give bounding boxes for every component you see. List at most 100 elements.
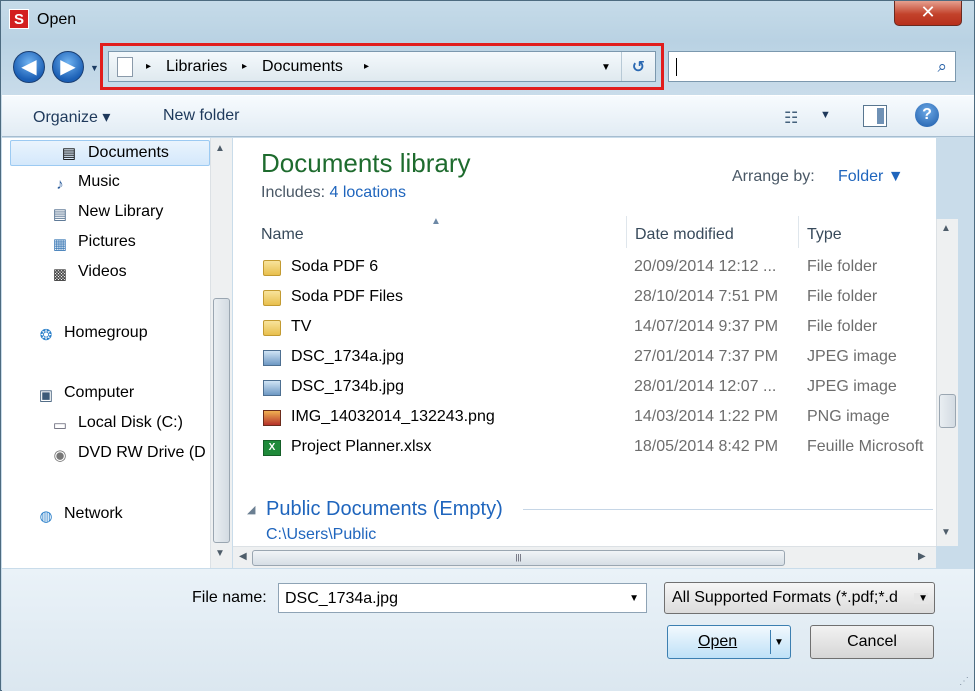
- new-folder-button[interactable]: New folder: [163, 107, 239, 125]
- videos-icon: ▩: [52, 266, 68, 283]
- group-collapse-icon[interactable]: ◢: [247, 503, 255, 516]
- nav-pane-scrollbar[interactable]: ▲ ▼: [210, 138, 232, 568]
- nav-item-label: Music: [78, 173, 120, 190]
- nav-item-label: DVD RW Drive (D: [78, 444, 206, 461]
- file-name-value: DSC_1734a.jpg: [285, 590, 398, 607]
- group-header-public-documents[interactable]: Public Documents (Empty): [266, 498, 503, 521]
- library-icon: ▤: [52, 206, 68, 223]
- scroll-up-icon[interactable]: ▲: [215, 143, 225, 154]
- file-row[interactable]: IMG_14032014_132243.png 14/03/2014 1:22 …: [233, 403, 936, 433]
- scroll-down-icon[interactable]: ▼: [941, 527, 951, 538]
- group-path: C:\Users\Public: [266, 526, 377, 543]
- file-row[interactable]: Soda PDF 6 20/09/2014 12:12 ... File fol…: [233, 253, 936, 283]
- column-divider[interactable]: [798, 216, 799, 248]
- open-dialog: S Open ✕ ◀ ▶ ▼ ▸ Libraries ▸ Documents ▸…: [0, 0, 975, 691]
- details-view-icon[interactable]: ☷: [784, 108, 798, 128]
- scroll-right-icon[interactable]: ▶: [918, 551, 926, 562]
- navigation-pane: ▤ Documents ♪ Music ▤ New Library ▦ Picture…: [2, 138, 210, 568]
- scroll-up-icon[interactable]: ▲: [941, 223, 951, 234]
- resize-grip-icon[interactable]: ⋰: [959, 676, 969, 687]
- nav-item-computer[interactable]: ▣ Computer: [36, 384, 134, 405]
- nav-item-label: New Library: [78, 203, 164, 220]
- nav-item-dvd-drive[interactable]: ◉ DVD RW Drive (D: [50, 444, 206, 465]
- forward-button[interactable]: ▶: [52, 51, 84, 83]
- preview-pane-icon[interactable]: [863, 105, 887, 127]
- scrollbar-thumb[interactable]: |||: [252, 550, 785, 566]
- file-name-dropdown-icon[interactable]: ▼: [629, 593, 639, 604]
- nav-item-documents[interactable]: ▤ Documents: [10, 140, 210, 166]
- column-header-type[interactable]: Type: [807, 216, 907, 248]
- library-title: Documents library: [261, 148, 471, 178]
- scrollbar-thumb[interactable]: [939, 394, 956, 428]
- hard-disk-icon: ▭: [52, 417, 68, 434]
- file-list-pane: Documents library Includes: 4 locations …: [233, 138, 936, 546]
- cancel-button[interactable]: Cancel: [810, 625, 934, 659]
- open-button-label: Open: [698, 633, 738, 650]
- nav-item-music[interactable]: ♪ Music: [50, 173, 120, 194]
- nav-item-label: Local Disk (C:): [78, 414, 183, 431]
- excel-file-icon: X: [263, 440, 281, 456]
- search-input[interactable]: ⌕: [668, 51, 956, 82]
- file-list-vertical-scrollbar[interactable]: ▲ ▼: [936, 219, 958, 546]
- folder-icon: [263, 290, 281, 306]
- file-type-dropdown-icon[interactable]: ▼: [914, 593, 928, 604]
- command-bar: Organize ▾ New folder ☷ ▼ ?: [2, 95, 974, 137]
- view-dropdown-icon[interactable]: ▼: [820, 109, 831, 121]
- back-button[interactable]: ◀: [13, 51, 45, 83]
- title-bar[interactable]: S Open ✕: [1, 1, 975, 39]
- split-divider: [770, 630, 771, 654]
- group-divider: [523, 509, 933, 510]
- help-icon[interactable]: ?: [915, 103, 939, 127]
- arrange-by-dropdown[interactable]: Folder ▼: [838, 168, 904, 186]
- file-row[interactable]: DSC_1734a.jpg 27/01/2014 7:37 PM JPEG im…: [233, 343, 936, 373]
- file-row[interactable]: TV 14/07/2014 9:37 PM File folder: [233, 313, 936, 343]
- file-row[interactable]: Soda PDF Files 28/10/2014 7:51 PM File f…: [233, 283, 936, 313]
- column-header-date[interactable]: Date modified: [635, 216, 795, 248]
- png-image-icon: [263, 410, 281, 426]
- file-row[interactable]: DSC_1734b.jpg 28/01/2014 12:07 ... JPEG …: [233, 373, 936, 403]
- pictures-icon: ▦: [52, 236, 68, 253]
- scrollbar-thumb[interactable]: [213, 298, 230, 543]
- scroll-down-icon[interactable]: ▼: [215, 548, 225, 559]
- open-options-dropdown-icon[interactable]: ▼: [774, 637, 784, 648]
- column-divider[interactable]: [626, 216, 627, 248]
- nav-item-label: Network: [64, 505, 123, 522]
- music-icon: ♪: [56, 176, 64, 193]
- nav-item-videos[interactable]: ▩ Videos: [50, 263, 127, 284]
- dialog-footer: File name: DSC_1734a.jpg ▼ All Supported…: [2, 569, 974, 691]
- file-type-value: All Supported Formats (*.pdf;*.d: [672, 589, 898, 606]
- file-name-label: File name:: [192, 589, 267, 606]
- arrange-by-label: Arrange by:: [732, 168, 815, 185]
- organize-button[interactable]: Organize ▾: [33, 107, 110, 127]
- nav-item-homegroup[interactable]: ❂ Homegroup: [36, 324, 148, 345]
- nav-item-local-disk[interactable]: ▭ Local Disk (C:): [50, 414, 183, 435]
- scroll-left-icon[interactable]: ◀: [239, 551, 247, 562]
- folder-icon: [263, 320, 281, 336]
- nav-item-label: Pictures: [78, 233, 136, 250]
- open-button[interactable]: Open ▼: [667, 625, 791, 659]
- nav-item-pictures[interactable]: ▦ Pictures: [50, 233, 136, 254]
- file-list-horizontal-scrollbar[interactable]: ◀ ||| ▶: [233, 546, 936, 568]
- nav-item-label: Videos: [78, 263, 127, 280]
- close-button[interactable]: ✕: [894, 1, 962, 26]
- library-includes: Includes: 4 locations: [261, 184, 407, 201]
- nav-item-label: Homegroup: [64, 324, 148, 341]
- dvd-drive-icon: ◉: [53, 447, 67, 464]
- jpeg-image-icon: [263, 350, 281, 366]
- recent-pages-dropdown-icon[interactable]: ▼: [90, 63, 99, 73]
- app-logo-icon: S: [9, 9, 29, 29]
- jpeg-image-icon: [263, 380, 281, 396]
- search-icon[interactable]: ⌕: [937, 57, 947, 77]
- document-icon: ▤: [61, 145, 77, 162]
- nav-item-network[interactable]: ◍ Network: [36, 505, 123, 526]
- nav-item-new-library[interactable]: ▤ New Library: [50, 203, 163, 224]
- column-header-name[interactable]: Name: [261, 216, 625, 248]
- text-caret: [676, 58, 677, 76]
- locations-link[interactable]: 4 locations: [330, 184, 407, 201]
- file-row[interactable]: X Project Planner.xlsx 18/05/2014 8:42 P…: [233, 433, 936, 463]
- window-title: Open: [37, 11, 77, 28]
- file-name-input[interactable]: DSC_1734a.jpg ▼: [278, 583, 647, 613]
- homegroup-icon: ❂: [39, 327, 53, 344]
- file-type-filter[interactable]: All Supported Formats (*.pdf;*.d ▼: [664, 582, 935, 614]
- folder-icon: [263, 260, 281, 276]
